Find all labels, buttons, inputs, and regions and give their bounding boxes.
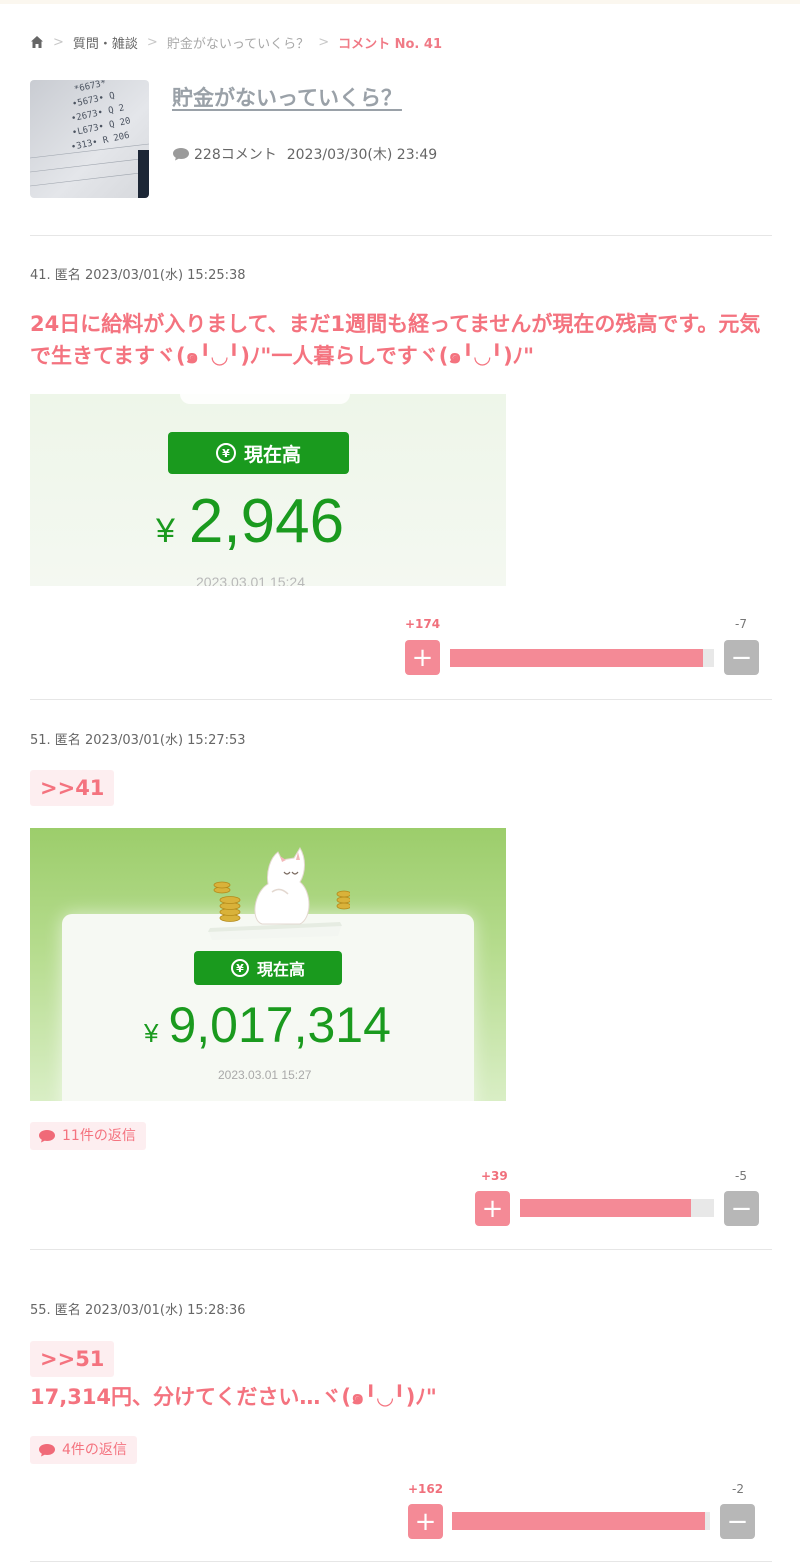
plus-vote-button[interactable]: + <box>475 1191 510 1226</box>
chevron-right-icon: > <box>53 34 64 50</box>
balance-amount: ¥ 9,017,314 <box>144 996 391 1054</box>
balance-label: 現在高 <box>256 960 305 979</box>
balance-timestamp: 2023.03.01 15:27 <box>218 1068 312 1082</box>
top-accent-line <box>0 0 800 4</box>
vote-ratio-fill <box>450 649 704 667</box>
breadcrumb-topic[interactable]: 貯金がないっていくら？ <box>167 33 309 52</box>
breadcrumb-category[interactable]: 質問・雑談 <box>73 33 138 52</box>
cat-illustration <box>208 847 350 940</box>
speech-bubble-icon <box>39 1130 55 1143</box>
topic-meta: 228コメント 2023/03/30(木) 23:49 <box>172 144 437 164</box>
balance-label: 現在高 <box>243 443 301 466</box>
balance-label-pill: ¥ 現在高 <box>194 951 342 985</box>
vote-ratio-bar <box>452 1512 710 1530</box>
yen-symbol: ¥ <box>144 1018 159 1048</box>
yen-circle-icon: ¥ <box>230 959 249 977</box>
replies-label: 4件の返信 <box>62 1442 127 1458</box>
plus-count: +162 <box>408 1482 444 1496</box>
comment-body: 17,314円、分けてください…ヾ(๑╹◡╹)ﾉ" <box>30 1385 437 1409</box>
comment-count: 228コメント <box>194 147 277 163</box>
plus-icon: + <box>411 642 434 673</box>
replies-label: 11件の返信 <box>62 1128 136 1144</box>
vote-ratio-bar <box>450 649 714 667</box>
yen-circle-icon: ¥ <box>215 443 236 463</box>
speech-bubble-icon <box>173 148 189 161</box>
minus-icon: − <box>730 642 753 673</box>
topic-title-link[interactable]: 貯金がないっていくら？ <box>172 82 402 112</box>
balance-screenshot[interactable]: ¥ 現在高 ¥ 9,017,314 2023.03.01 15:27 <box>30 828 506 1101</box>
balance-amount: ¥ 2,946 <box>156 486 344 557</box>
divider <box>30 1249 772 1250</box>
replies-button[interactable]: 4件の返信 <box>30 1436 137 1464</box>
divider <box>30 1561 772 1562</box>
chevron-right-icon: > <box>318 34 330 50</box>
plus-icon: + <box>481 1193 504 1224</box>
home-icon[interactable] <box>30 35 44 49</box>
balance-value: 9,017,314 <box>168 997 391 1053</box>
minus-vote-button[interactable]: − <box>724 1191 759 1226</box>
vote-ratio-fill <box>452 1512 705 1530</box>
divider <box>30 235 772 236</box>
comment-header: 55. 匿名 2023/03/01(水) 15:28:36 <box>30 1303 246 1318</box>
replies-button[interactable]: 11件の返信 <box>30 1122 146 1150</box>
minus-vote-button[interactable]: − <box>720 1504 755 1539</box>
balance-timestamp: 2023.03.01 15:24 <box>196 574 305 586</box>
plus-count: +39 <box>481 1169 508 1183</box>
anchor-link[interactable]: >>41 <box>30 770 115 806</box>
chevron-right-icon: > <box>146 34 158 50</box>
comment-body: 24日に給料が入りまして、まだ1週間も経ってませんが現在の残高です。元気で生きて… <box>30 312 761 368</box>
minus-count: -7 <box>735 617 747 631</box>
vote-ratio-fill <box>520 1199 691 1217</box>
balance-label-pill: ¥ 現在高 <box>168 432 349 474</box>
plus-vote-button[interactable]: + <box>405 640 440 675</box>
breadcrumb: > 質問・雑談 > 貯金がないっていくら？ > コメント No. 41 <box>30 32 442 52</box>
minus-icon: − <box>726 1506 749 1537</box>
minus-vote-button[interactable]: − <box>724 640 759 675</box>
topic-date: 2023/03/30(木) 23:49 <box>286 147 438 163</box>
yen-symbol: ¥ <box>156 512 175 550</box>
minus-count: -2 <box>732 1482 744 1496</box>
balance-screenshot[interactable]: ¥ 現在高 ¥ 2,946 2023.03.01 15:24 <box>30 394 506 586</box>
topic-thumbnail[interactable]: *6673* •5673• Q •2673• Q 2 •L673• Q 20 •… <box>30 80 149 198</box>
comment-header: 51. 匿名 2023/03/01(水) 15:27:53 <box>30 733 246 748</box>
minus-icon: − <box>730 1193 753 1224</box>
speech-bubble-icon <box>39 1444 55 1457</box>
plus-vote-button[interactable]: + <box>408 1504 443 1539</box>
divider <box>30 699 772 700</box>
plus-count: +174 <box>405 617 441 631</box>
anchor-link[interactable]: >>51 <box>30 1341 115 1377</box>
vote-ratio-bar <box>520 1199 714 1217</box>
comment-header: 41. 匿名 2023/03/01(水) 15:25:38 <box>30 268 246 283</box>
breadcrumb-current: コメント No. 41 <box>338 36 442 52</box>
minus-count: -5 <box>735 1169 747 1183</box>
plus-icon: + <box>414 1506 437 1537</box>
card-edge <box>180 394 350 404</box>
balance-value: 2,946 <box>188 487 345 556</box>
